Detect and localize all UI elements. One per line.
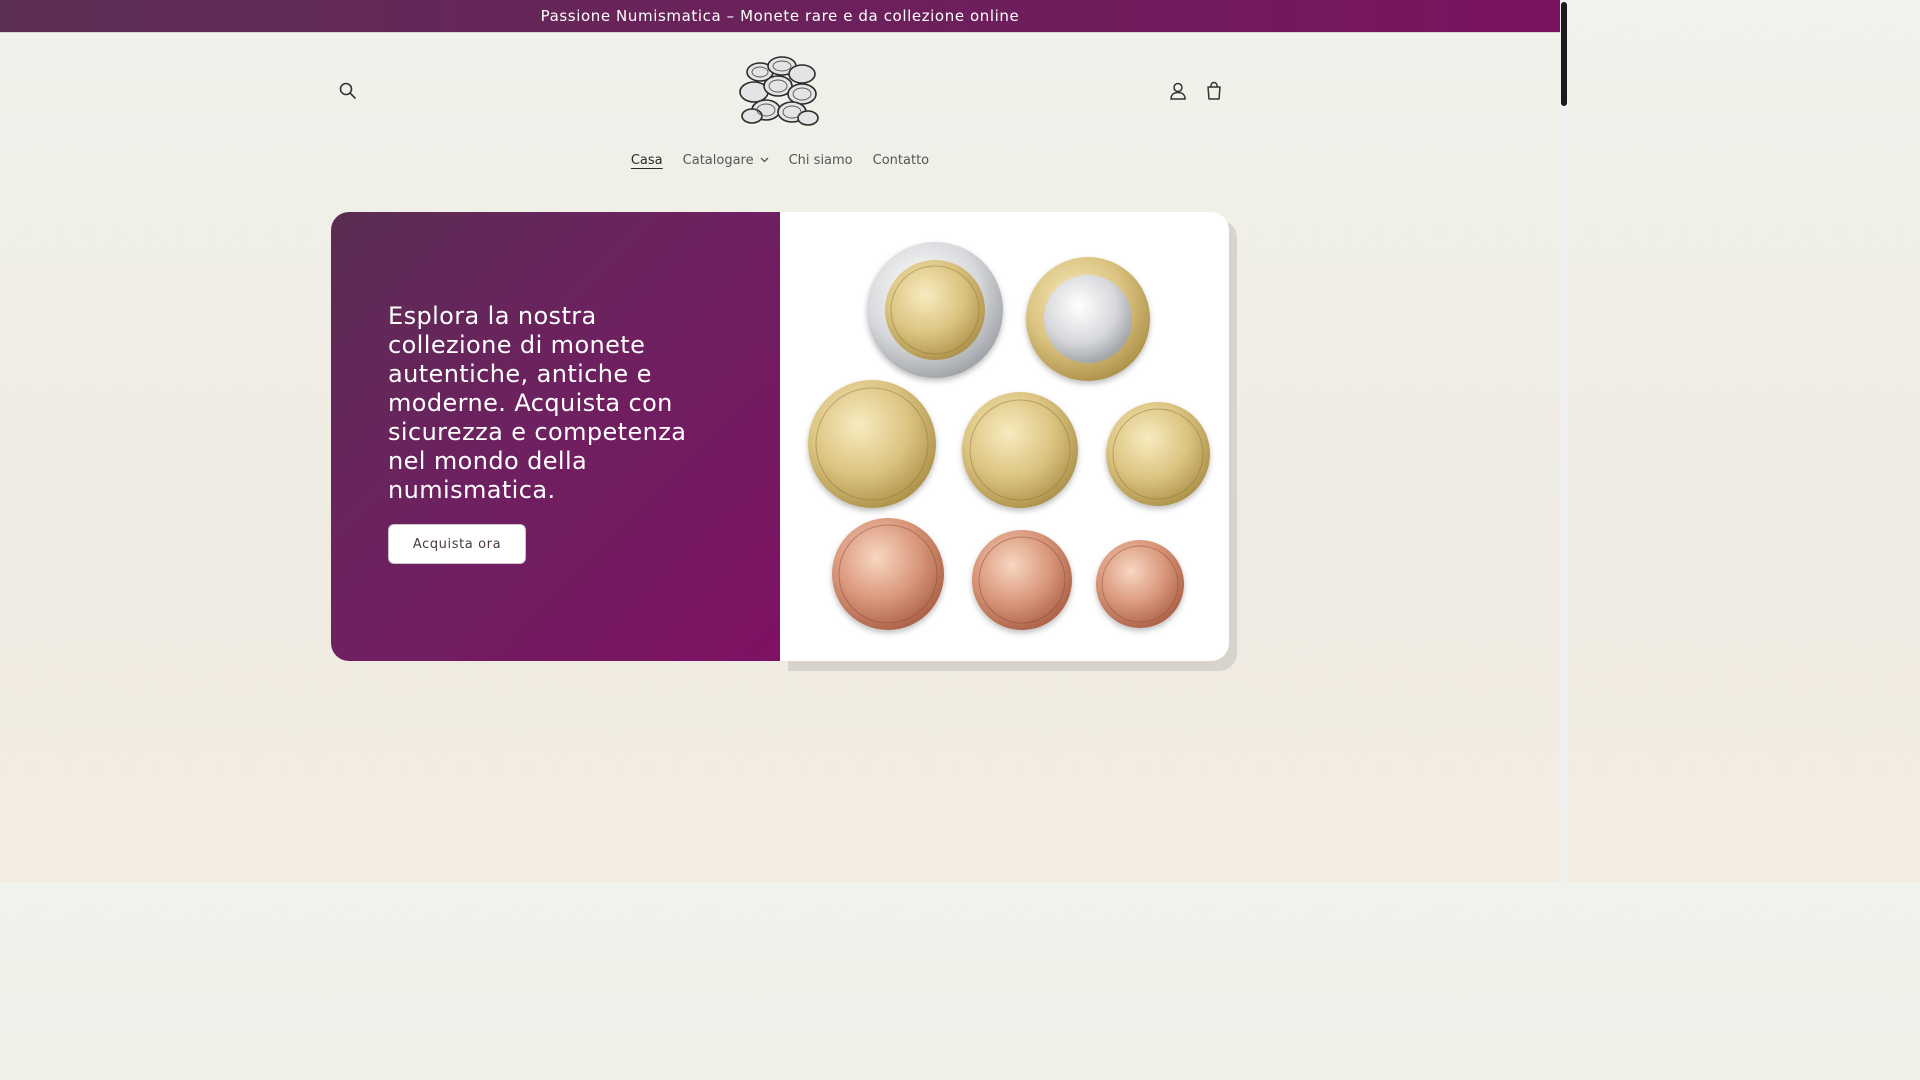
coins-logo[interactable] bbox=[736, 52, 824, 130]
search-icon bbox=[339, 82, 356, 99]
hero-heading: Esplora la nostra collezione di monete a… bbox=[388, 302, 687, 504]
scrollbar[interactable] bbox=[1560, 0, 1568, 882]
hero-banner: Esplora la nostra collezione di monete a… bbox=[331, 212, 1229, 661]
nav-item-casa[interactable]: Casa bbox=[621, 153, 673, 168]
nav-item-label: Chi siamo bbox=[788, 152, 853, 168]
hero-image-panel bbox=[780, 212, 1229, 661]
shop-now-button[interactable]: Acquista ora bbox=[388, 524, 526, 564]
nav-item-catalogare[interactable]: Catalogare bbox=[673, 153, 779, 168]
euro-coins-image bbox=[808, 242, 1210, 630]
hero-text-panel: Esplora la nostra collezione di monete a… bbox=[331, 212, 780, 661]
nav-item-contatto[interactable]: Contatto bbox=[863, 153, 939, 168]
user-icon bbox=[1170, 82, 1186, 100]
nav-item-label: Contatto bbox=[872, 152, 930, 168]
cart-icon bbox=[1207, 81, 1221, 100]
scrollbar-thumb[interactable] bbox=[1561, 2, 1567, 106]
announcement-bar: Passione Numismatica – Monete rare e da … bbox=[0, 0, 1560, 33]
account-button[interactable] bbox=[1160, 73, 1196, 109]
cart-button[interactable] bbox=[1196, 73, 1232, 109]
chevron-down-icon bbox=[760, 157, 769, 163]
search-button[interactable] bbox=[330, 73, 366, 109]
nav-item-label: Catalogare bbox=[682, 152, 754, 168]
main-navigation: Casa Catalogare Chi siamo Contatto bbox=[0, 146, 1560, 174]
announcement-text: Passione Numismatica – Monete rare e da … bbox=[540, 7, 1020, 25]
nav-item-chi-siamo[interactable]: Chi siamo bbox=[779, 153, 863, 168]
nav-item-label: Casa bbox=[630, 152, 663, 168]
